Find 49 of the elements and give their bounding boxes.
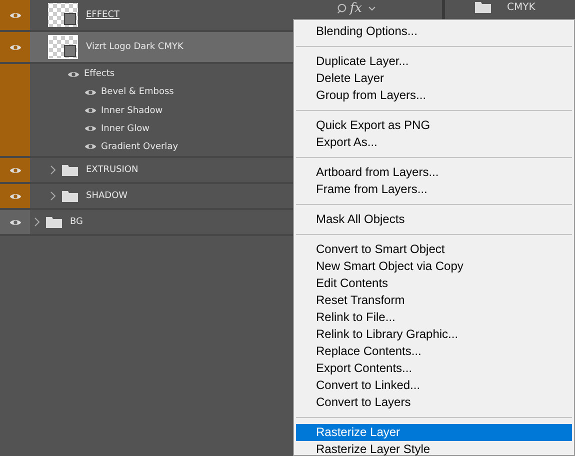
- menu-item[interactable]: Convert to Layers: [296, 394, 572, 411]
- layer-name: Vizrt Logo Dark CMYK: [86, 42, 184, 52]
- menu-item[interactable]: Rasterize Layer Style: [296, 441, 572, 456]
- eye-icon[interactable]: [67, 70, 80, 79]
- menu-item[interactable]: Convert to Linked...: [296, 377, 572, 394]
- effect-name: Inner Shadow: [101, 106, 163, 116]
- expand-caret-icon[interactable]: [34, 217, 40, 227]
- eye-icon[interactable]: [8, 166, 22, 174]
- effects-heading: Effects: [84, 69, 115, 80]
- menu-item[interactable]: Rasterize Layer: [296, 424, 572, 441]
- menu-item[interactable]: Replace Contents...: [296, 343, 572, 360]
- layer-thumbnail: [48, 35, 78, 59]
- chevron-icon[interactable]: [368, 6, 376, 11]
- eye-icon[interactable]: [8, 218, 22, 226]
- layer-name: EFFECT: [86, 10, 120, 20]
- menu-item[interactable]: Export Contents...: [296, 360, 572, 377]
- eye-icon[interactable]: [84, 106, 97, 115]
- folder-icon: [62, 190, 78, 202]
- folder-icon: [46, 216, 62, 228]
- eye-icon[interactable]: [8, 192, 22, 200]
- expand-caret-icon[interactable]: [50, 191, 56, 201]
- menu-item[interactable]: Quick Export as PNG: [296, 117, 572, 134]
- layer-name: BG: [70, 217, 83, 227]
- effect-name: Inner Glow: [101, 124, 150, 134]
- menu-item[interactable]: Relink to Library Graphic...: [296, 326, 572, 343]
- eye-icon[interactable]: [84, 88, 97, 97]
- effect-name: Gradient Overlay: [101, 142, 178, 152]
- eye-icon[interactable]: [8, 42, 22, 52]
- effect-name: Bevel & Emboss: [101, 87, 174, 98]
- expand-caret-icon[interactable]: [50, 165, 56, 175]
- eye-icon[interactable]: [84, 142, 97, 152]
- menu-item[interactable]: Group from Layers...: [296, 87, 572, 104]
- layer-thumbnail: [48, 3, 78, 27]
- menu-item[interactable]: New Smart Object via Copy: [296, 258, 572, 275]
- layer-name: EXTRUSION: [86, 165, 138, 175]
- layer-name: CMYK: [507, 2, 536, 12]
- menu-item[interactable]: Edit Contents: [296, 275, 572, 292]
- eye-icon[interactable]: [84, 124, 97, 134]
- layer-name: SHADOW: [86, 191, 128, 201]
- eye-icon[interactable]: [8, 10, 22, 20]
- menu-item[interactable]: Relink to File...: [296, 309, 572, 326]
- menu-item[interactable]: Export As...: [296, 134, 572, 151]
- folder-icon: [475, 1, 491, 13]
- menu-item[interactable]: Convert to Smart Object: [296, 241, 572, 258]
- folder-icon: [62, 164, 78, 176]
- effects-label: fx: [350, 1, 362, 16]
- menu-item[interactable]: Reset Transform: [296, 292, 572, 309]
- menu-item[interactable]: Delete Layer: [296, 70, 572, 87]
- layer-row[interactable]: CMYK: [445, 0, 575, 13]
